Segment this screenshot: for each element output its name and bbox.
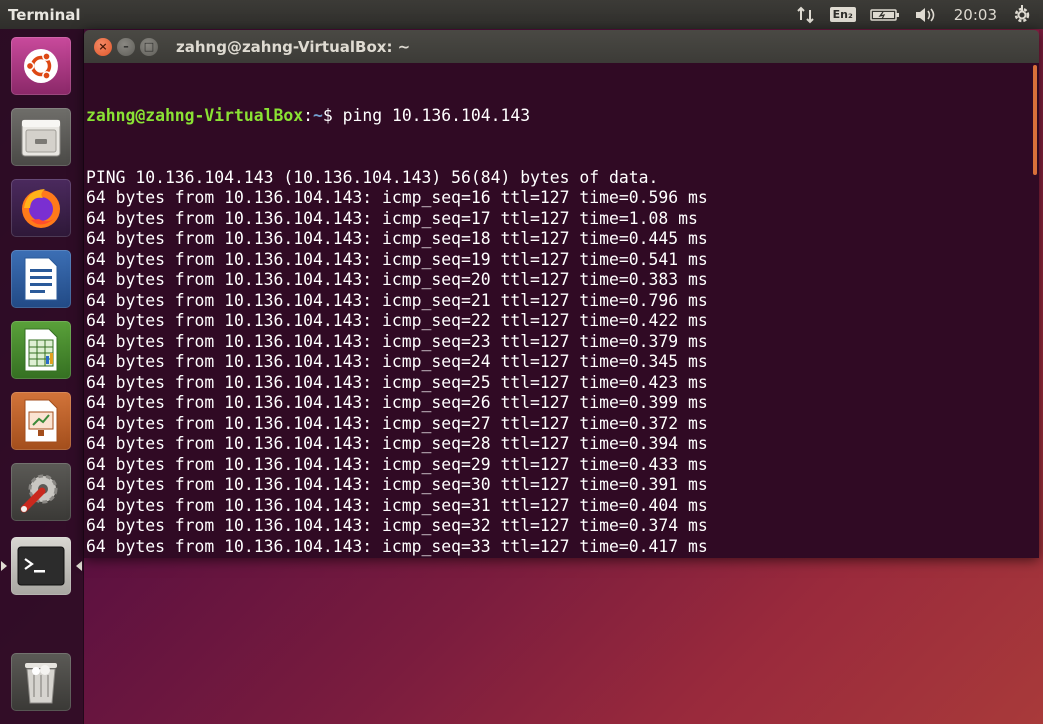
close-button[interactable]: × [94,37,112,56]
output-line: 64 bytes from 10.136.104.143: icmp_seq=2… [86,454,708,474]
minimize-icon: – [123,40,129,53]
files-button[interactable] [7,106,75,168]
close-icon: × [98,40,108,53]
prompt-user: zahng@zahng-VirtualBox [86,106,304,125]
prompt-line: zahng@zahng-VirtualBox:~$ ping 10.136.10… [86,106,708,127]
terminal-button[interactable] [7,535,75,597]
output-line: 64 bytes from 10.136.104.143: icmp_seq=2… [86,331,708,351]
output-line: 64 bytes from 10.136.104.143: icmp_seq=2… [86,393,708,412]
output-line: 64 bytes from 10.136.104.143: icmp_seq=3… [86,495,708,515]
libreoffice-calc-button[interactable] [7,319,75,381]
output-line: 64 bytes from 10.136.104.143: icmp_seq=1… [86,249,708,269]
output-line: 64 bytes from 10.136.104.143: icmp_seq=2… [86,311,708,330]
keyboard-layout-indicator[interactable]: En₂ [829,0,856,29]
scrollbar[interactable] [1033,65,1037,175]
settings-wrench-icon [11,463,71,521]
output-line: 64 bytes from 10.136.104.143: icmp_seq=3… [86,516,708,535]
writer-icon [11,250,71,308]
terminal-output[interactable]: zahng@zahng-VirtualBox:~$ ping 10.136.10… [84,63,1039,558]
prompt-path: ~ [312,106,323,125]
output-line: 64 bytes from 10.136.104.143: icmp_seq=3… [86,557,708,558]
output-line: 64 bytes from 10.136.104.143: icmp_seq=3… [86,536,708,556]
active-app-title: Terminal [8,5,81,24]
trash-icon [11,653,71,711]
trash-button[interactable] [7,651,75,713]
impress-icon [11,392,71,450]
maximize-icon: □ [143,40,155,53]
terminal-icon [11,537,71,595]
firefox-icon [11,179,71,237]
terminal-window: × – □ zahng@zahng-VirtualBox: ~ zahng@za… [84,30,1039,558]
libreoffice-impress-button[interactable] [7,390,75,452]
network-arrows-icon[interactable] [796,0,816,29]
window-titlebar[interactable]: × – □ zahng@zahng-VirtualBox: ~ [84,30,1039,63]
output-line: 64 bytes from 10.136.104.143: icmp_seq=3… [86,475,708,494]
minimize-button[interactable]: – [117,37,135,56]
keyboard-layout-label: En₂ [829,7,856,22]
ubuntu-dash-button[interactable] [7,35,75,97]
output-line: 64 bytes from 10.136.104.143: icmp_seq=1… [86,188,708,207]
system-settings-button[interactable] [7,461,75,523]
output-line: 64 bytes from 10.136.104.143: icmp_seq=2… [86,270,708,289]
volume-icon[interactable] [914,0,940,29]
libreoffice-writer-button[interactable] [7,248,75,310]
output-line: 64 bytes from 10.136.104.143: icmp_seq=2… [86,434,708,453]
prompt-separator: : [303,106,313,125]
output-line: 64 bytes from 10.136.104.143: icmp_seq=1… [86,229,708,248]
output-line: 64 bytes from 10.136.104.143: icmp_seq=2… [86,372,708,392]
maximize-button[interactable]: □ [140,37,158,56]
battery-icon[interactable] [870,0,900,29]
file-cabinet-icon [11,108,71,166]
command-text: ping 10.136.104.143 [342,106,531,125]
indicator-area: En₂ 20:03 [796,0,1043,29]
output-line: 64 bytes from 10.136.104.143: icmp_seq=2… [86,290,708,310]
output-line: 64 bytes from 10.136.104.143: icmp_seq=2… [86,413,708,433]
terminal-text: zahng@zahng-VirtualBox:~$ ping 10.136.10… [86,65,708,558]
prompt-symbol: $ [322,106,343,125]
output-line: 64 bytes from 10.136.104.143: icmp_seq=2… [86,352,708,371]
firefox-button[interactable] [7,177,75,239]
window-title: zahng@zahng-VirtualBox: ~ [176,37,411,56]
output-line: 64 bytes from 10.136.104.143: icmp_seq=1… [86,208,698,228]
launcher [0,29,84,724]
calc-icon [11,321,71,379]
ubuntu-logo-icon [11,37,71,95]
focused-indicator [76,561,82,571]
top-panel: Terminal En₂ 20:03 [0,0,1043,29]
clock[interactable]: 20:03 [954,0,997,29]
output-line: PING 10.136.104.143 (10.136.104.143) 56(… [86,167,659,187]
gear-power-icon[interactable] [1011,0,1033,29]
